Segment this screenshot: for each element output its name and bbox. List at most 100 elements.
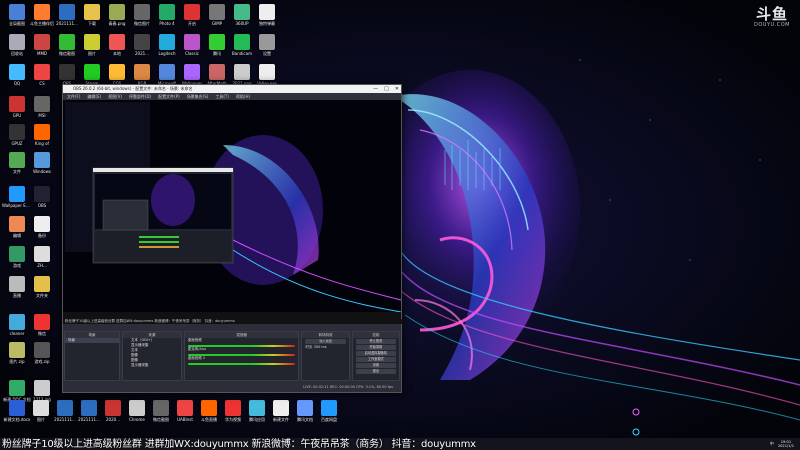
desktop-icon[interactable]: 独特弹幕 (252, 4, 282, 26)
virtual-camera-button[interactable]: 启动虚拟摄像机 (355, 351, 396, 356)
app-icon (9, 34, 25, 50)
douyu-logo: 斗鱼 DOUYU.COM (754, 6, 790, 28)
app-icon (201, 400, 217, 416)
app-icon (105, 400, 121, 416)
preview-image (63, 100, 401, 320)
scene-item[interactable]: 场景 (65, 338, 119, 343)
app-icon (34, 34, 50, 50)
desktop-icon[interactable]: 备份 (27, 216, 57, 238)
duration-input[interactable]: 300 ms (314, 345, 327, 349)
app-icon (321, 400, 337, 416)
desktop-icon[interactable]: 百度网盘 (314, 400, 344, 422)
exit-button[interactable]: 退出 (355, 369, 396, 374)
menu-view[interactable]: 视图(V) (108, 93, 122, 100)
obs-status-bar: LIVE: 00:32:11 REC: 00:00:00 CPU: 3.1%, … (63, 383, 401, 392)
obs-window[interactable]: OBS 26.0.2 (64-bit, windows) - 配置文件: 未命名… (62, 84, 403, 393)
app-icon (9, 342, 25, 358)
app-icon (159, 64, 175, 80)
app-icon (9, 4, 25, 20)
desktop-icon-label: King of (35, 141, 49, 146)
app-icon (33, 400, 49, 416)
desktop-icon[interactable]: 文件夹 (27, 276, 57, 298)
menu-file[interactable]: 文件(F) (67, 93, 80, 100)
desktop-icon[interactable]: Windows (27, 152, 57, 174)
app-icon (259, 64, 275, 80)
clock[interactable]: 19:01 2021/1/1 (778, 440, 794, 448)
studio-mode-button[interactable]: 工作室模式 (355, 357, 396, 362)
app-icon (9, 216, 25, 232)
settings-button[interactable]: 设置 (355, 363, 396, 368)
desktop-icon[interactable]: King of (27, 124, 57, 146)
app-icon (109, 64, 125, 80)
desktop-icon[interactable]: 1213.jpg (27, 380, 57, 402)
menu-scene-collection[interactable]: 场景集合(S) (187, 93, 209, 100)
obs-window-title: OBS 26.0.2 (64-bit, windows) - 配置文件: 未命名… (73, 86, 193, 91)
app-icon (9, 246, 25, 262)
app-icon (225, 400, 241, 416)
desktop-icon-label: 文件夹 (36, 293, 48, 298)
source-item[interactable]: 显示器采集 (123, 363, 181, 368)
desktop-icon-label: 独特弹幕 (259, 21, 275, 26)
close-button[interactable]: ✕ (395, 85, 399, 93)
volume-meter (187, 363, 296, 365)
ime-indicator[interactable]: 中 (770, 441, 774, 447)
obs-docks: 场景 场景 来源 文本（GDI+） 显示器采集 文本 图像 图像 显示器采集 混… (63, 331, 401, 381)
app-icon (34, 4, 50, 20)
desktop-icon-label: 备份 (38, 233, 46, 238)
menu-tools[interactable]: 工具(T) (215, 93, 229, 100)
desktop-icon[interactable]: 游戏.zip (27, 342, 57, 364)
menu-help[interactable]: 帮助(H) (236, 93, 250, 100)
app-icon (34, 276, 50, 292)
app-icon (34, 96, 50, 112)
desktop-icon[interactable]: Valley.exe (252, 64, 282, 86)
transition-select[interactable]: 淡入淡出 (305, 339, 346, 344)
app-icon (177, 400, 193, 416)
obs-menu-bar: 文件(F) 编辑(E) 视图(V) 停靠部件(D) 配置文件(P) 场景集合(S… (63, 93, 401, 100)
obs-preview-canvas[interactable] (63, 100, 401, 320)
desktop-icon[interactable]: 微信 (27, 314, 57, 336)
app-icon (34, 246, 50, 262)
app-icon (9, 380, 25, 396)
menu-profile[interactable]: 配置文件(P) (158, 93, 180, 100)
app-icon (297, 400, 313, 416)
app-icon (134, 34, 150, 50)
app-icon (84, 34, 100, 50)
desktop-icon-label: Windows (33, 169, 51, 174)
app-icon (259, 34, 275, 50)
obs-title-bar[interactable]: OBS 26.0.2 (64-bit, windows) - 配置文件: 未命名… (63, 85, 401, 93)
menu-docks[interactable]: 停靠部件(D) (129, 93, 151, 100)
app-icon (153, 400, 169, 416)
desktop-icon-label: 微信 (38, 331, 46, 336)
desktop-icon-label: OBS (37, 203, 47, 208)
app-icon (9, 314, 25, 330)
app-icon (84, 64, 100, 80)
minimize-button[interactable]: — (373, 85, 378, 93)
app-icon (234, 64, 250, 80)
menu-edit[interactable]: 编辑(E) (87, 93, 101, 100)
app-icon (84, 4, 100, 20)
sources-dock: 来源 文本（GDI+） 显示器采集 文本 图像 图像 显示器采集 (121, 331, 182, 381)
app-icon (34, 380, 50, 396)
desktop-icon[interactable]: ZH... (27, 246, 57, 268)
maximize-button[interactable]: □ (384, 85, 389, 93)
mixer-channel-label: 桌面音频 2 (187, 356, 206, 360)
app-icon (159, 34, 175, 50)
app-icon (34, 314, 50, 330)
app-icon (234, 34, 250, 50)
app-icon (209, 34, 225, 50)
mixer-channel-label: 桌面音频 (187, 338, 202, 342)
app-icon (34, 342, 50, 358)
desktop-icon[interactable]: MSI (27, 96, 57, 118)
stream-promo-text: 粉丝牌子10级以上进高级粉丝群 进群加WX:douyummx 新浪微博：午夜吊吊… (2, 439, 476, 450)
app-icon (234, 4, 250, 20)
scenes-dock: 场景 场景 (64, 331, 120, 381)
app-icon (259, 4, 275, 20)
app-icon (59, 34, 75, 50)
desktop-icon[interactable]: OBS (27, 186, 57, 208)
app-icon (9, 64, 25, 80)
start-recording-button[interactable]: 开始录制 (355, 345, 396, 350)
desktop-icon[interactable]: 设置 (252, 34, 282, 56)
app-icon (184, 34, 200, 50)
stop-streaming-button[interactable]: 停止推流 (355, 339, 396, 344)
desktop-icon-label: MSI (38, 113, 46, 118)
